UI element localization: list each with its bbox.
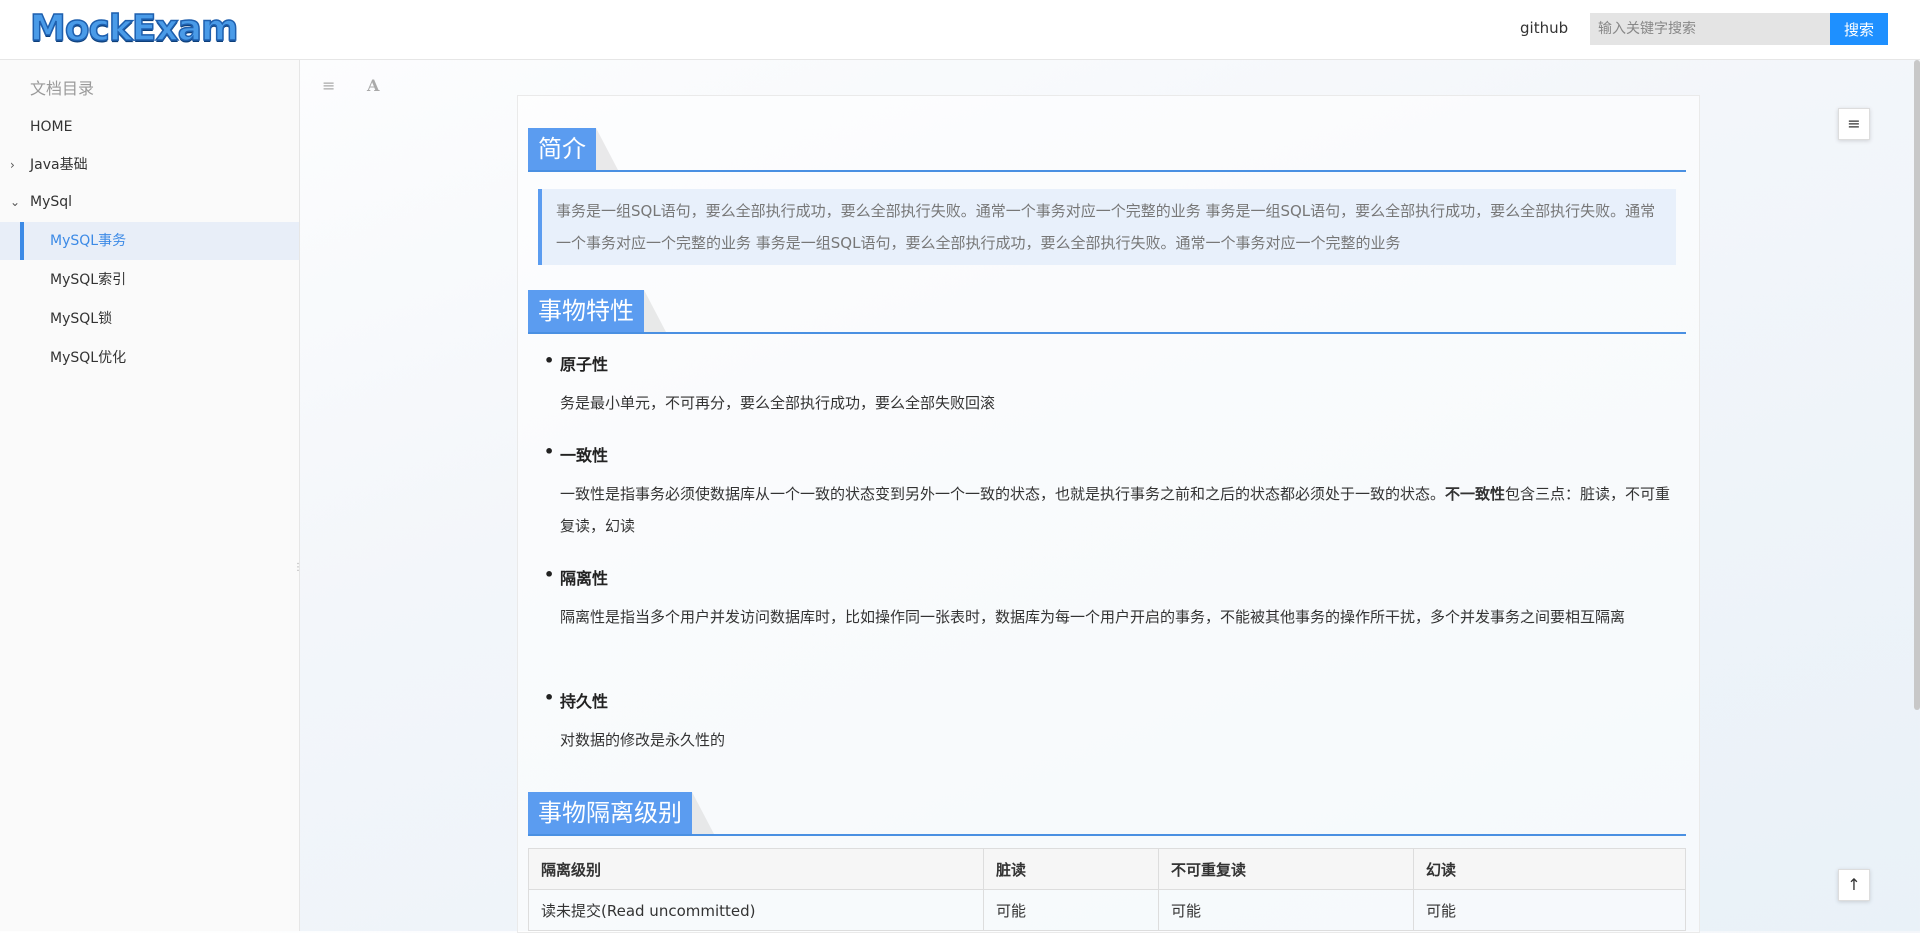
section-title: 简介 — [528, 128, 618, 170]
table-cell: 可能 — [983, 889, 1159, 931]
search-input[interactable] — [1590, 13, 1830, 45]
sidebar-item-java[interactable]: › Java基础 — [0, 146, 299, 184]
table-cell: 读未提交(Read uncommitted) — [528, 889, 984, 931]
chevron-right-icon: › — [10, 158, 15, 172]
section-heading-isolation-levels: 事物隔离级别 — [528, 792, 1686, 836]
sidebar-resize-handle[interactable]: ⋮ — [293, 563, 303, 581]
property-title-isolation: 隔离性 — [544, 565, 608, 589]
section-heading-intro: 简介 — [528, 128, 1686, 172]
site-logo[interactable]: MockExam — [29, 8, 239, 50]
consistency-text-bold: 不一致性 — [1445, 485, 1506, 503]
consistency-text-part: 一致性是指事务必须使数据库从一个一致的状态变到另外一个一致的状态，也就是执行事务… — [560, 485, 1446, 503]
chevron-down-icon: ⌄ — [10, 195, 21, 209]
sidebar-item-home[interactable]: HOME — [0, 108, 299, 146]
section-title: 事物特性 — [528, 290, 666, 332]
article-content: 简介 事务是一组SQL语句，要么全部执行成功，要么全部执行失败。通常一个事务对应… — [517, 95, 1700, 933]
sidebar-item-label: MySQL锁 — [50, 311, 113, 327]
section-title: 事物隔离级别 — [528, 792, 714, 834]
sidebar-item-label: MySQL优化 — [50, 350, 127, 366]
table-header-row: 隔离级别 脏读 不可重复读 幻读 — [528, 848, 1686, 890]
sidebar-item-mysql-index[interactable]: MySQL索引 — [0, 261, 299, 299]
table-header: 隔离级别 — [528, 848, 984, 890]
sidebar-item-mysql-transaction[interactable]: MySQL事务 — [0, 222, 299, 260]
sidebar-item-label: MySql — [30, 194, 73, 210]
sidebar-item-mysql-lock[interactable]: MySQL锁 — [0, 300, 299, 338]
property-text-durability: 对数据的修改是永久性的 — [560, 731, 726, 749]
isolation-level-table: 隔离级别 脏读 不可重复读 幻读 读未提交(Read uncommitted) … — [528, 848, 1686, 931]
sidebar-toc: 文档目录 HOME › Java基础 ⌄ MySql MySQL事务 MySQL… — [0, 60, 303, 931]
table-header: 不可重复读 — [1158, 848, 1414, 890]
table-header: 脏读 — [983, 848, 1159, 890]
sidebar-item-mysql-optimize[interactable]: MySQL优化 — [0, 339, 299, 377]
property-text-atomicity: 务是最小单元，不可再分，要么全部执行成功，要么全部失败回滚 — [560, 394, 996, 412]
sidebar-item-label: MySQL事务 — [50, 233, 127, 249]
top-header: MockExam github 搜索 — [0, 0, 1920, 60]
property-text-consistency: 一致性是指事务必须使数据库从一个一致的状态变到另外一个一致的状态，也就是执行事务… — [560, 478, 1680, 542]
toc-toggle-button[interactable]: ≡ — [1838, 108, 1870, 140]
table-cell: 可能 — [1158, 889, 1414, 931]
property-title-durability: 持久性 — [544, 688, 608, 712]
section-heading-properties: 事物特性 — [528, 290, 1686, 334]
page-scrollbar[interactable] — [1914, 60, 1920, 710]
property-text-isolation: 隔离性是指当多个用户并发访问数据库时，比如操作同一张表时，数据库为每一个用户开启… — [560, 608, 1626, 626]
table-row: 读未提交(Read uncommitted) 可能 可能 可能 — [528, 889, 1686, 931]
sidebar-item-mysql[interactable]: ⌄ MySql — [0, 183, 299, 221]
toggle-sidebar-icon[interactable]: ≡ — [322, 76, 335, 95]
sidebar-item-label: HOME — [30, 119, 73, 135]
back-to-top-button[interactable]: ↑ — [1838, 869, 1870, 901]
table-header: 幻读 — [1413, 848, 1686, 890]
search-button[interactable]: 搜索 — [1830, 13, 1888, 45]
property-title-consistency: 一致性 — [544, 442, 608, 466]
sidebar-item-label: MySQL索引 — [50, 272, 127, 288]
property-title-atomicity: 原子性 — [544, 351, 608, 375]
font-size-icon[interactable]: A — [367, 76, 379, 95]
github-link[interactable]: github — [1520, 19, 1568, 37]
toc-title: 文档目录 — [30, 79, 95, 98]
intro-blockquote: 事务是一组SQL语句，要么全部执行成功，要么全部执行失败。通常一个事务对应一个完… — [538, 189, 1676, 265]
sidebar-item-label: Java基础 — [30, 157, 88, 173]
table-cell: 可能 — [1413, 889, 1686, 931]
